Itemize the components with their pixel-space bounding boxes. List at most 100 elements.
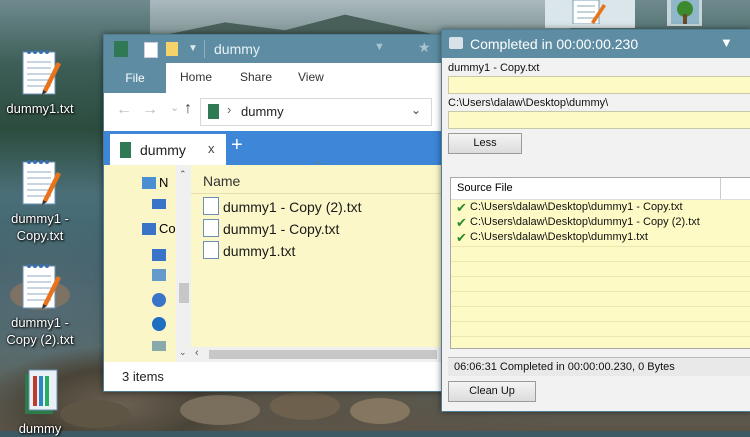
- computer-icon: [152, 199, 166, 209]
- breadcrumb-chevron-icon[interactable]: ›: [227, 102, 231, 117]
- tab-file[interactable]: File: [104, 63, 166, 93]
- up-arrow-icon[interactable]: ↑: [184, 100, 192, 118]
- desktop-rock: [270, 392, 340, 420]
- notepad-icon: [19, 262, 61, 312]
- checkmark-icon: ✔: [456, 200, 467, 215]
- dialog-title: Completed in 00:00:00.230: [470, 36, 639, 52]
- source-file-path: C:\Users\dalaw\Desktop\dummy1 - Copy (2)…: [470, 216, 700, 228]
- clean-up-button[interactable]: Clean Up: [448, 381, 536, 402]
- scroll-left-icon[interactable]: ‹: [195, 347, 199, 359]
- nav-item-network[interactable]: N: [159, 175, 168, 190]
- notepad-icon: [19, 158, 61, 208]
- column-header-name[interactable]: Name: [203, 173, 240, 189]
- address-bar-row: ← → ⌄ ↑ › dummy ⌄: [104, 93, 451, 129]
- source-file-path: C:\Users\dalaw\Desktop\dummy1.txt: [470, 231, 648, 243]
- path-field[interactable]: [448, 111, 750, 129]
- new-folder-icon[interactable]: [166, 42, 178, 56]
- address-field[interactable]: › dummy ⌄: [200, 98, 432, 126]
- nav-vertical-scrollbar[interactable]: ⌃ ⌄: [176, 165, 191, 362]
- tab-label: dummy: [140, 142, 186, 158]
- file-list: ⌃ Name dummy1 - Copy (2).txt dummy1 - Co…: [191, 161, 451, 347]
- tab-view[interactable]: View: [298, 70, 324, 84]
- scroll-thumb[interactable]: [179, 283, 189, 303]
- back-arrow-icon[interactable]: ←: [116, 101, 132, 119]
- address-folder-name[interactable]: dummy: [241, 104, 284, 119]
- row-divider: [451, 306, 750, 307]
- desktop-icon-tile[interactable]: [667, 0, 702, 26]
- window-title: dummy: [214, 41, 260, 57]
- notepad-icon: [19, 48, 61, 98]
- desktop-icon-dummy1[interactable]: dummy1.txt: [2, 48, 78, 117]
- checkmark-icon: ✔: [456, 215, 467, 230]
- desktop-icon-label: dummy1 -: [11, 315, 69, 330]
- column-header-source-file[interactable]: Source File: [457, 182, 513, 194]
- completion-status: 06:06:31 Completed in 00:00:00.230, 0 By…: [454, 361, 675, 373]
- collapse-chevron-icon[interactable]: ▼: [720, 35, 733, 50]
- tab-strip: dummy x +: [104, 131, 451, 165]
- explorer-title-bar[interactable]: ▼ dummy ▼ ★: [104, 35, 451, 63]
- desktop-icon-dummy1-copy[interactable]: dummy1 - Copy.txt: [2, 158, 78, 244]
- file-row[interactable]: dummy1 - Copy (2).txt: [203, 197, 361, 215]
- folder-tab[interactable]: dummy x: [110, 134, 226, 165]
- properties-icon[interactable]: [144, 42, 158, 58]
- desktop-rock: [180, 395, 260, 425]
- row-divider: [451, 321, 750, 322]
- notepad-icon: [569, 0, 607, 25]
- archive-icon: [19, 368, 61, 418]
- new-tab-icon[interactable]: +: [231, 134, 243, 157]
- file-row[interactable]: dummy1 - Copy.txt: [203, 219, 339, 237]
- list-item[interactable]: ✔ C:\Users\dalaw\Desktop\dummy1 - Copy (2…: [451, 215, 750, 230]
- forward-arrow-icon[interactable]: →: [142, 101, 158, 119]
- tree-image-icon: [671, 0, 699, 24]
- path-label: C:\Users\dalaw\Desktop\dummy\: [448, 97, 609, 109]
- system-icon: [152, 249, 166, 261]
- row-divider: [451, 291, 750, 292]
- chevron-down-icon[interactable]: ▼: [374, 41, 385, 53]
- checkmark-icon: ✔: [456, 230, 467, 245]
- header-divider: [191, 193, 451, 194]
- text-file-icon: [203, 197, 219, 215]
- sort-ascending-icon: ⌃: [315, 161, 324, 172]
- row-divider: [451, 261, 750, 262]
- recent-dropdown-icon[interactable]: ⌄: [170, 101, 179, 114]
- list-item[interactable]: ✔ C:\Users\dalaw\Desktop\dummy1.txt: [451, 230, 750, 245]
- file-list-horizontal-scrollbar[interactable]: ‹: [191, 347, 451, 362]
- dialog-title-bar[interactable]: Completed in 00:00:00.230 ▼: [442, 30, 750, 58]
- scroll-thumb[interactable]: [209, 350, 437, 359]
- title-separator: [204, 40, 205, 58]
- scroll-up-icon[interactable]: ⌃: [179, 169, 187, 180]
- address-dropdown-icon[interactable]: ⌄: [411, 103, 421, 117]
- clock-icon: [152, 317, 166, 331]
- less-button[interactable]: Less: [448, 133, 522, 154]
- list-item[interactable]: ✔ C:\Users\dalaw\Desktop\dummy1 - Copy.tx…: [451, 200, 750, 215]
- row-divider: [451, 246, 750, 247]
- file-row[interactable]: dummy1.txt: [203, 241, 295, 259]
- desktop-icon-dummy-folder[interactable]: dummy: [2, 368, 78, 437]
- file-name-field[interactable]: [448, 76, 750, 94]
- completed-dialog: Completed in 00:00:00.230 ▼ dummy1 - Cop…: [441, 29, 750, 412]
- nav-item-control-panel[interactable]: Co: [159, 221, 176, 236]
- text-file-icon: [203, 219, 219, 237]
- folder-icon: [120, 142, 131, 158]
- desktop-rock: [350, 398, 410, 424]
- file-name: dummy1 - Copy (2).txt: [223, 199, 362, 215]
- status-bar: 3 items: [104, 362, 451, 391]
- desktop-icon-dummy1-copy2[interactable]: dummy1 - Copy (2).txt: [2, 262, 78, 348]
- desktop-icon-label: dummy: [18, 421, 62, 436]
- row-divider: [451, 336, 750, 337]
- scroll-down-icon[interactable]: ⌄: [179, 347, 187, 358]
- column-divider[interactable]: [720, 178, 721, 199]
- desktop-icon-tile[interactable]: [545, 0, 635, 28]
- app-icon: [449, 37, 463, 49]
- tab-home[interactable]: Home: [180, 70, 212, 84]
- folder-icon: [114, 41, 128, 57]
- file-explorer-window: ▼ dummy ▼ ★ File Home Share View ← → ⌄ ↑…: [103, 34, 452, 392]
- tab-share[interactable]: Share: [240, 70, 272, 84]
- folder-icon: [208, 104, 219, 119]
- globe-icon: [152, 293, 166, 307]
- devices-icon: [152, 269, 166, 281]
- tab-close-icon[interactable]: x: [208, 141, 215, 156]
- pin-star-icon[interactable]: ★: [418, 39, 431, 56]
- row-divider: [451, 276, 750, 277]
- quick-access-dropdown-icon[interactable]: ▼: [188, 43, 198, 54]
